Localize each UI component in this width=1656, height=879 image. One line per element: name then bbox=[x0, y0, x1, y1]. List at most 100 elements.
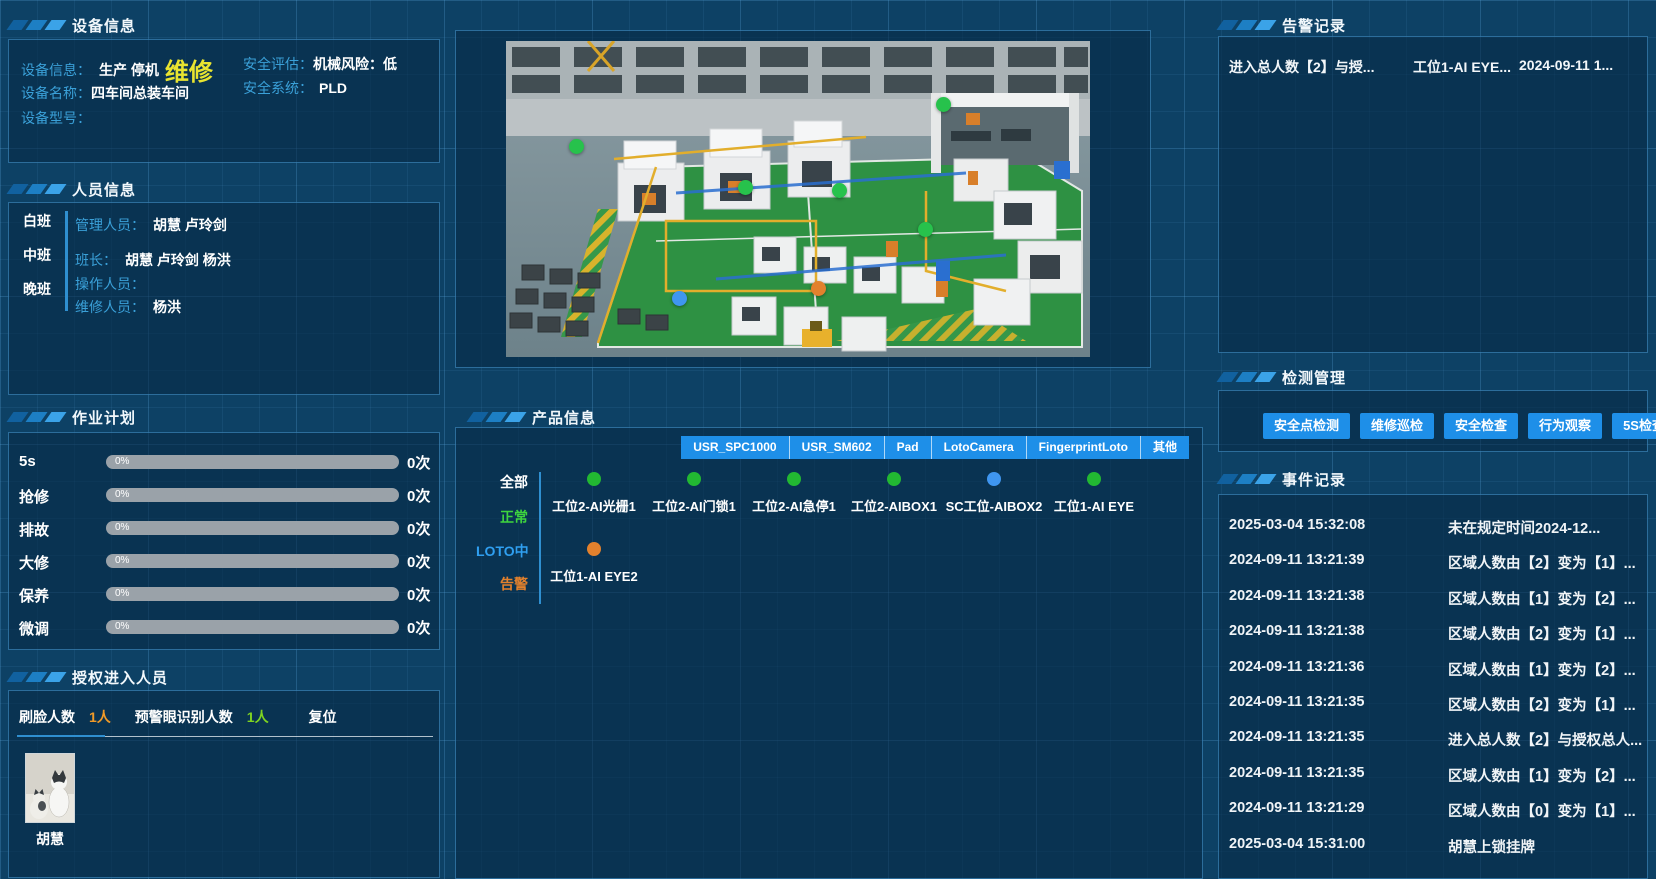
plan-count: 0次 bbox=[407, 518, 430, 539]
shift-tab-middle[interactable]: 中班 bbox=[23, 245, 51, 265]
event-time: 2025-03-04 15:31:00 bbox=[1229, 836, 1365, 852]
person-name: 胡慧 bbox=[9, 829, 91, 849]
plan-progress-bar: 0% bbox=[106, 587, 399, 601]
device-item[interactable]: SC工位-AIBOX2 bbox=[944, 472, 1044, 516]
shift-tab-night[interactable]: 晚班 bbox=[23, 279, 51, 299]
safety-inspection-button[interactable]: 安全检查 bbox=[1444, 413, 1518, 439]
device-item[interactable]: 工位2-AIBOX1 bbox=[844, 472, 944, 516]
factory-3d-view[interactable] bbox=[506, 41, 1090, 357]
work-plan-row: 微调 0% 0次 bbox=[9, 617, 439, 637]
fives-check-button[interactable]: 5S检查 bbox=[1612, 413, 1656, 439]
factory-status-dot-orange[interactable] bbox=[811, 281, 826, 296]
eye-count-value: 1人 bbox=[247, 707, 269, 727]
event-row: 2025-03-04 15:32:08 未在规定时间2024-12... bbox=[1219, 517, 1647, 551]
safety-system-value: PLD bbox=[319, 80, 347, 96]
alarm-records-panel: 进入总人数【2】与授... 工位1-AI EYE... 2024-09-11 1… bbox=[1218, 36, 1648, 353]
filter-button-lotocamera[interactable]: LotoCamera bbox=[931, 436, 1026, 459]
factory-status-dot-green[interactable] bbox=[918, 222, 933, 237]
device-item[interactable]: 工位2-AI门锁1 bbox=[644, 472, 744, 516]
status-dot-icon bbox=[787, 472, 801, 486]
device-model-row: 设备型号： bbox=[21, 108, 91, 128]
device-item[interactable]: 工位1-AI EYE2 bbox=[544, 542, 644, 586]
device-name: SC工位-AIBOX2 bbox=[946, 499, 1043, 514]
plan-progress-bar: 0% bbox=[106, 620, 399, 634]
event-time: 2024-09-11 13:21:38 bbox=[1229, 588, 1364, 604]
factory-status-dot-green[interactable] bbox=[738, 180, 753, 195]
alarm-message: 进入总人数【2】与授... bbox=[1229, 57, 1409, 77]
filter-button-usr-sm602[interactable]: USR_SM602 bbox=[789, 436, 884, 459]
filter-button-fingerprintloto[interactable]: FingerprintLoto bbox=[1026, 436, 1140, 459]
event-time: 2024-09-11 13:21:38 bbox=[1229, 623, 1364, 639]
plan-label: 微调 bbox=[19, 618, 49, 639]
face-count-tab[interactable]: 刷脸人数 bbox=[19, 707, 75, 727]
event-time: 2024-09-11 13:21:35 bbox=[1229, 765, 1364, 781]
device-item[interactable]: 工位2-AI急停1 bbox=[744, 472, 844, 516]
foreman-value: 胡慧 卢玲剑 杨洪 bbox=[125, 250, 231, 270]
section-marker-icon bbox=[10, 20, 63, 30]
safety-system-label: 安全系统： bbox=[243, 78, 313, 98]
device-list-row1: 工位2-AI光栅1 工位2-AI门锁1 工位2-AI急停1 工位2-AIBOX1… bbox=[544, 472, 1144, 516]
event-row: 2024-09-11 13:21:36 区域人数由【1】变为【2】... bbox=[1219, 659, 1647, 693]
alarm-records-title: 告警记录 bbox=[1282, 15, 1346, 36]
device-item[interactable]: 工位1-AI EYE bbox=[1044, 472, 1144, 516]
eye-count-tab[interactable]: 预警眼识别人数 bbox=[135, 707, 233, 727]
plan-progress-bar: 0% bbox=[106, 521, 399, 535]
plan-percent: 0% bbox=[115, 456, 129, 467]
personnel-panel: 白班 中班 晚班 管理人员： 胡慧 卢玲剑 班长： 胡慧 卢玲剑 杨洪 操作人员… bbox=[8, 202, 440, 395]
behavior-observe-button[interactable]: 行为观察 bbox=[1528, 413, 1602, 439]
event-row: 2024-09-11 13:21:35 区域人数由【2】变为【1】... bbox=[1219, 694, 1647, 728]
device-model-label: 设备型号： bbox=[21, 108, 91, 128]
authorized-tabs: 刷脸人数 1人 预警眼识别人数 1人 复位 bbox=[19, 707, 337, 727]
status-dot-icon bbox=[587, 542, 601, 556]
safety-point-check-button[interactable]: 安全点检测 bbox=[1263, 413, 1350, 439]
tabs-baseline bbox=[105, 736, 433, 737]
status-tab-alarm[interactable]: 告警 bbox=[476, 574, 528, 594]
section-marker-icon bbox=[10, 672, 63, 682]
filter-button-other[interactable]: 其他 bbox=[1140, 436, 1189, 459]
filter-button-usr-spc1000[interactable]: USR_SPC1000 bbox=[681, 436, 788, 459]
device-status-row: 设备信息： 生产 停机 维修 bbox=[21, 52, 213, 87]
event-desc: 区域人数由【2】变为【1】... bbox=[1448, 623, 1643, 644]
status-tab-all[interactable]: 全部 bbox=[476, 472, 528, 492]
safety-eval-value: 机械风险：低 bbox=[313, 54, 397, 74]
reset-button[interactable]: 复位 bbox=[309, 707, 337, 727]
status-dot-icon bbox=[987, 472, 1001, 486]
status-tab-loto[interactable]: LOTO中 bbox=[476, 541, 528, 561]
factory-status-dot-blue[interactable] bbox=[672, 291, 687, 306]
device-name: 工位2-AI门锁1 bbox=[652, 499, 736, 514]
plan-percent: 0% bbox=[115, 555, 129, 566]
plan-count: 0次 bbox=[407, 584, 430, 605]
section-marker-icon bbox=[1220, 372, 1273, 382]
device-name-label: 设备名称： bbox=[21, 83, 91, 103]
authorized-panel: 刷脸人数 1人 预警眼识别人数 1人 复位 胡慧 bbox=[8, 690, 440, 878]
filter-button-pad[interactable]: Pad bbox=[884, 436, 931, 459]
personnel-row: 维修人员： 杨洪 bbox=[75, 296, 181, 318]
dashboard-root: { "colors": { "accent_blue": "#1e8fe8", … bbox=[0, 0, 1656, 879]
authorized-title: 授权进入人员 bbox=[72, 667, 168, 688]
device-item[interactable]: 工位2-AI光栅1 bbox=[544, 472, 644, 516]
personnel-row: 班长： 胡慧 卢玲剑 杨洪 bbox=[75, 249, 231, 271]
factory-status-dot-green[interactable] bbox=[832, 183, 847, 198]
manager-label: 管理人员： bbox=[75, 215, 145, 235]
factory-status-dot-green[interactable] bbox=[936, 97, 951, 112]
shift-tab-day[interactable]: 白班 bbox=[23, 211, 51, 231]
authorized-header: 授权进入人员 bbox=[10, 668, 168, 686]
device-name-row: 设备名称： 四车间总装车间 bbox=[21, 83, 189, 103]
event-row: 2024-09-11 13:21:35 进入总人数【2】与授权总人... bbox=[1219, 729, 1647, 763]
work-plan-row: 排故 0% 0次 bbox=[9, 518, 439, 538]
event-row: 2025-03-04 15:31:00 胡慧上锁挂牌 bbox=[1219, 836, 1647, 870]
plan-percent: 0% bbox=[115, 489, 129, 500]
status-tab-normal[interactable]: 正常 bbox=[476, 507, 528, 527]
device-status-highlight: 维修 bbox=[165, 52, 213, 87]
factory-status-dot-green[interactable] bbox=[569, 139, 584, 154]
plan-count: 0次 bbox=[407, 485, 430, 506]
maintenance-patrol-button[interactable]: 维修巡检 bbox=[1360, 413, 1434, 439]
personnel-header: 人员信息 bbox=[10, 180, 136, 198]
alarm-row: 进入总人数【2】与授... 工位1-AI EYE... 2024-09-11 1… bbox=[1219, 57, 1647, 77]
plan-percent: 0% bbox=[115, 522, 129, 533]
plan-label: 保养 bbox=[19, 585, 49, 606]
plan-count: 0次 bbox=[407, 617, 430, 638]
device-info-panel: 设备信息： 生产 停机 维修 设备名称： 四车间总装车间 设备型号： 安全评估：… bbox=[8, 39, 440, 163]
personnel-row: 操作人员： bbox=[75, 273, 153, 295]
plan-label: 抢修 bbox=[19, 486, 49, 507]
